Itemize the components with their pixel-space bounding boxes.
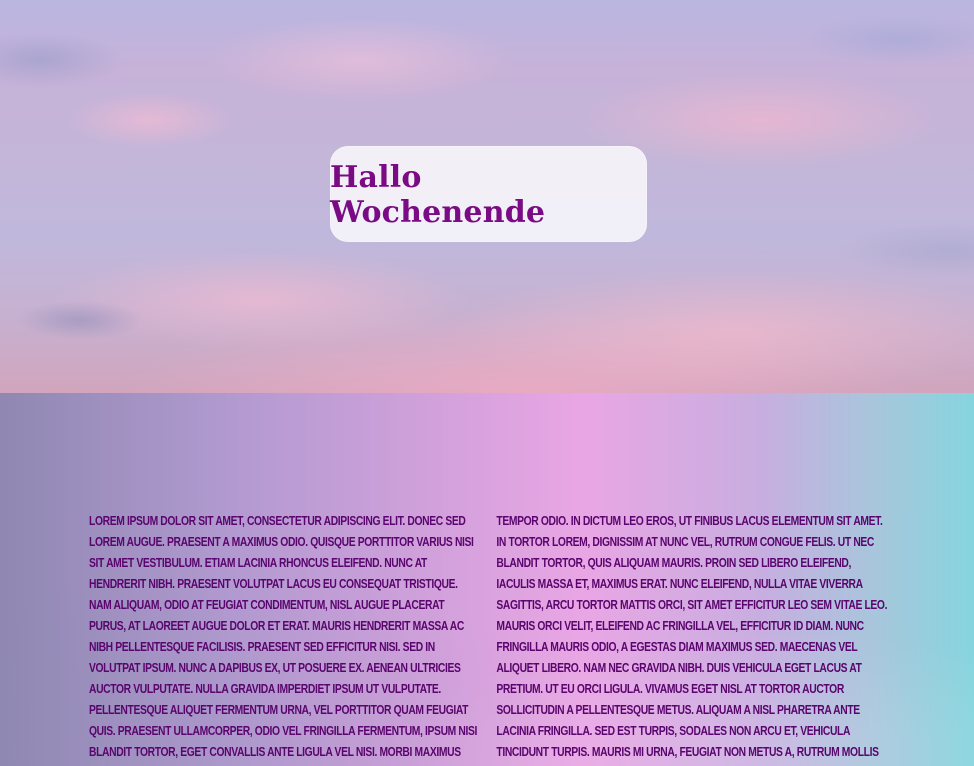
text-columns: Lorem ipsum dolor sit amet, consectetur …: [89, 511, 889, 766]
hero-title-card: Hallo Wochenende: [330, 146, 647, 242]
hero-sky-background: Hallo Wochenende: [0, 0, 974, 393]
gradient-content-section: Lorem ipsum dolor sit amet, consectetur …: [0, 393, 974, 766]
lorem-paragraph: Lorem ipsum dolor sit amet, consectetur …: [89, 514, 888, 759]
page-title: Hallo Wochenende: [330, 160, 546, 230]
